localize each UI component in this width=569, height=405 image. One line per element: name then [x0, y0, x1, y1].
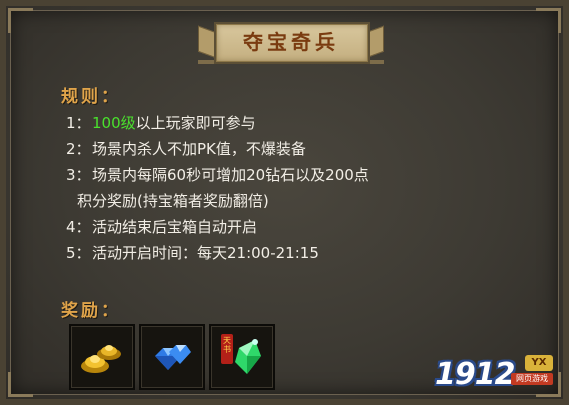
reward-slot[interactable]: 天书: [209, 324, 275, 390]
panel-title: 夺宝奇兵: [243, 30, 339, 54]
rule-item: 4：活动结束后宝箱自动开启: [66, 214, 486, 240]
rule-continuation: 积分奖励(持宝箱者奖励翻倍): [66, 188, 486, 214]
rule-item: 1：100级以上玩家即可参与: [66, 110, 486, 136]
gold-ingot-icon: [81, 345, 121, 373]
corner-ornament: [8, 8, 33, 33]
rule-number: 1：: [66, 114, 91, 132]
corner-ornament: [8, 372, 33, 397]
rewards-heading: 奖励：: [61, 301, 121, 321]
rule-text: 活动开启时间：每天21:00-21:15: [92, 244, 319, 262]
event-panel: 夺宝奇兵 规则： 1：100级以上玩家即可参与 2：场景内杀人不加PK值，不爆装…: [0, 0, 569, 405]
rule-number: 2：: [66, 140, 91, 158]
rule-item: 2：场景内杀人不加PK值，不爆装备: [66, 136, 486, 162]
rule-item: 3：场景内每隔60秒可增加20钻石以及200点: [66, 162, 486, 188]
brand-number: 1912: [435, 357, 515, 392]
rules-heading: 规则：: [61, 87, 121, 107]
rule-text: 场景内杀人不加PK值，不爆装备: [92, 140, 306, 158]
blue-diamond-icon: [155, 345, 191, 370]
rule-text: 活动结束后宝箱自动开启: [92, 218, 258, 236]
brand-yx-badge: YX: [525, 355, 553, 371]
rules-list: 1：100级以上玩家即可参与 2：场景内杀人不加PK值，不爆装备 3：场景内每隔…: [66, 110, 486, 266]
title-banner: 夺宝奇兵: [198, 18, 384, 68]
rule-item: 5：活动开启时间：每天21:00-21:15: [66, 240, 486, 266]
reward-slot[interactable]: [69, 324, 135, 390]
brand-logo: 1912 YX 网页游戏: [435, 353, 553, 393]
rule-text: 以上玩家即可参与: [135, 114, 256, 132]
rule-number: 3：: [66, 166, 91, 184]
rule-text: 场景内每隔60秒可增加20钻石以及200点: [92, 166, 369, 184]
corner-ornament: [536, 8, 561, 33]
reward-slot[interactable]: [139, 324, 205, 390]
rule-text: 积分奖励(持宝箱者奖励翻倍): [77, 192, 269, 210]
rule-number: 5：: [66, 244, 91, 262]
brand-subtitle: 网页游戏: [511, 373, 553, 385]
level-requirement: 100级: [92, 114, 136, 132]
rule-number: 4：: [66, 218, 91, 236]
scroll-tag: 天书: [223, 336, 231, 354]
